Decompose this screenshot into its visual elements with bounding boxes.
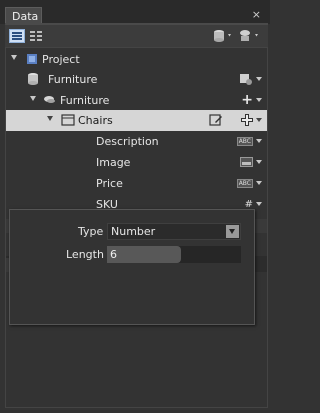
expand-triangle-icon[interactable] [11, 55, 17, 60]
table-icon [61, 113, 75, 130]
datasource-options-button[interactable] [239, 72, 262, 88]
chevron-down-icon [256, 118, 262, 122]
panel-tab-data[interactable]: Data [5, 7, 42, 24]
tree-label-collection: Furniture [60, 94, 110, 107]
chevron-down-icon [256, 77, 262, 81]
text-type-icon: ABC [236, 136, 253, 146]
collection-icon [43, 93, 57, 110]
field-label: Description [96, 135, 159, 148]
details-view-button[interactable] [28, 29, 44, 43]
type-value: Number [111, 225, 156, 238]
expand-triangle-icon[interactable] [47, 116, 53, 121]
list-view-button[interactable] [9, 29, 25, 43]
details-view-icon [30, 31, 42, 41]
tree-label-datasource: Furniture [48, 73, 98, 86]
type-dropdown[interactable]: Number [107, 223, 241, 240]
chevron-down-icon [256, 181, 262, 185]
tree-row-collection[interactable]: Furniture + [5, 90, 268, 111]
tree-row-datasource[interactable]: Furniture [5, 69, 268, 90]
add-data-source-button[interactable] [212, 28, 234, 44]
list-view-icon [12, 32, 22, 40]
add-field-icon [241, 114, 253, 126]
tree-row-field[interactable]: Image [5, 152, 268, 173]
field-type-button[interactable]: ABC [236, 176, 262, 192]
field-type-button[interactable] [240, 155, 262, 171]
plus-icon: + [241, 92, 253, 108]
chevron-down-icon [256, 202, 262, 206]
field-label: Image [96, 156, 131, 169]
edit-schema-icon[interactable] [209, 113, 223, 130]
database-add-icon [214, 30, 231, 42]
datasource-settings-icon [240, 74, 252, 85]
tree-label-chairs: Chairs [78, 114, 113, 127]
close-icon[interactable]: × [252, 8, 261, 21]
tree-row-field[interactable]: Price ABC [5, 173, 268, 194]
sample-data-icon [240, 30, 258, 41]
chevron-down-icon [256, 98, 262, 102]
add-field-button[interactable] [241, 113, 262, 129]
expand-triangle-icon[interactable] [30, 96, 36, 101]
chevron-down-icon[interactable] [226, 225, 239, 238]
field-properties-popup: Type Number Length 6 [9, 209, 255, 325]
field-label: Price [96, 177, 123, 190]
chevron-down-icon [256, 139, 262, 143]
panel-toolbar [5, 25, 268, 47]
image-type-icon [240, 157, 253, 167]
tree-label-project: Project [42, 53, 80, 66]
tree-row-field[interactable]: Description ABC [5, 131, 268, 152]
add-property-button[interactable]: + [241, 93, 262, 109]
database-icon [27, 72, 39, 89]
chevron-down-icon [256, 160, 262, 164]
length-input[interactable]: 6 [107, 246, 181, 263]
add-sample-data-button[interactable] [238, 28, 262, 44]
tree-row-project[interactable]: Project [5, 49, 268, 70]
data-panel: Data × Project Furniture Furniture + Cha… [0, 0, 270, 413]
type-label: Type [78, 225, 104, 238]
project-icon [25, 52, 39, 69]
length-label: Length [66, 248, 104, 261]
text-type-icon: ABC [236, 178, 253, 188]
field-type-button[interactable]: ABC [236, 134, 262, 150]
tree-row-chairs[interactable]: Chairs [5, 110, 268, 131]
